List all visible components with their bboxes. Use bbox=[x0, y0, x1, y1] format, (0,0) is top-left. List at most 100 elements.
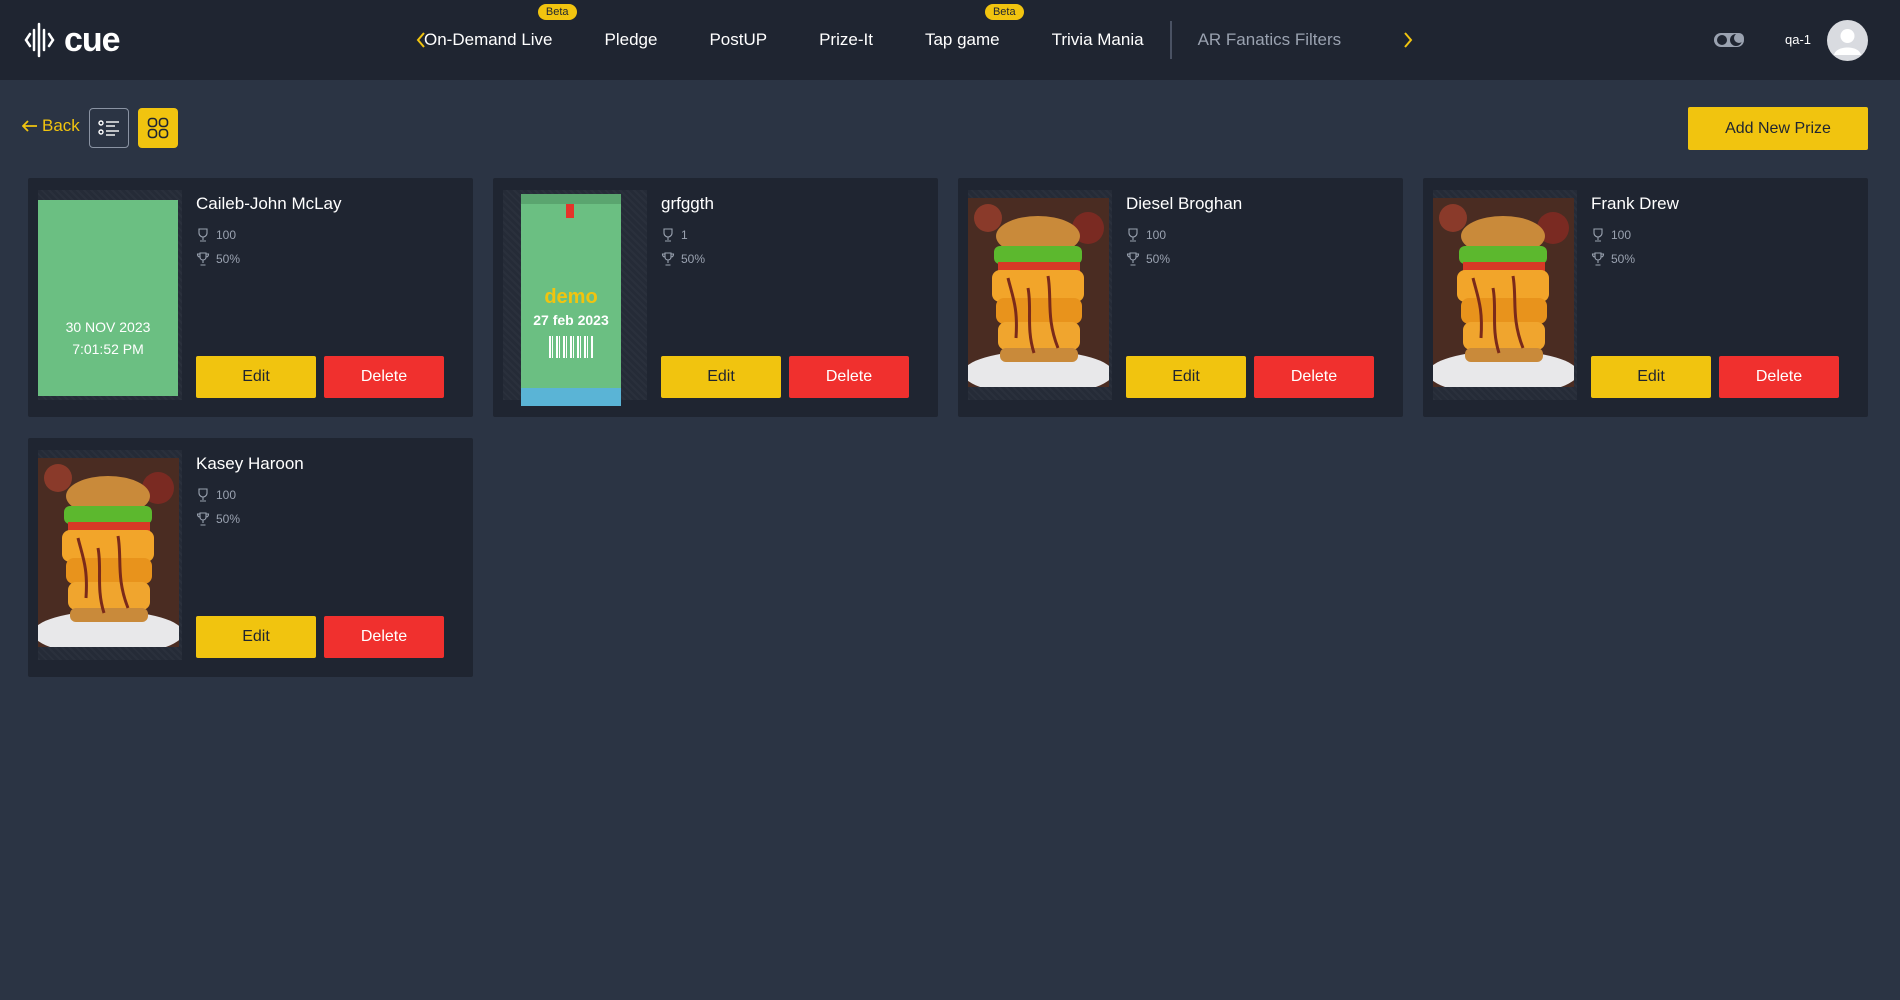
grid-view-button[interactable] bbox=[138, 108, 178, 148]
trophy-icon bbox=[1126, 252, 1140, 266]
tab-label: PostUP bbox=[709, 30, 768, 49]
delete-button[interactable]: Delete bbox=[324, 356, 444, 398]
ticket-date: 27 feb 2023 bbox=[533, 312, 609, 328]
percent-value: 50% bbox=[216, 252, 241, 266]
prize-image-green: 30 NOV 2023 7:01:52 PM bbox=[38, 200, 178, 396]
beta-badge: Beta bbox=[537, 4, 577, 20]
edit-button[interactable]: Edit bbox=[1591, 356, 1711, 398]
tab-trivia-mania[interactable]: Trivia Mania bbox=[1052, 30, 1144, 50]
tab-on-demand-live[interactable]: On-Demand Live Beta bbox=[424, 4, 577, 50]
edit-button[interactable]: Edit bbox=[196, 616, 316, 658]
percent-value: 50% bbox=[1611, 252, 1636, 266]
percent-value: 50% bbox=[216, 512, 241, 526]
user-avatar[interactable] bbox=[1827, 20, 1868, 61]
trophy-icon bbox=[1591, 252, 1605, 266]
tab-label: On-Demand Live bbox=[424, 30, 553, 49]
trophy-icon bbox=[661, 252, 675, 266]
prize-percent: 50% bbox=[1591, 252, 1635, 266]
quantity-value: 100 bbox=[1611, 228, 1632, 242]
logo-text: cue bbox=[64, 20, 121, 59]
nav-divider bbox=[1169, 21, 1172, 59]
tab-label: Pledge bbox=[604, 30, 658, 49]
ticket-footer bbox=[521, 388, 621, 406]
burger-image bbox=[1433, 198, 1574, 387]
percent-value: 50% bbox=[681, 252, 706, 266]
sound-wave-icon bbox=[24, 22, 55, 58]
username[interactable]: qa-1 bbox=[1785, 32, 1811, 47]
user-icon bbox=[1834, 29, 1861, 55]
edit-button[interactable]: Edit bbox=[196, 356, 316, 398]
delete-button[interactable]: Delete bbox=[1254, 356, 1374, 398]
trophy-icon bbox=[196, 252, 210, 266]
prize-card: Diesel Broghan 100 50% Edit Delete bbox=[958, 178, 1403, 417]
tab-pledge[interactable]: Pledge bbox=[605, 30, 658, 50]
ticket-flag bbox=[566, 204, 574, 218]
trophy-stack-icon bbox=[198, 488, 208, 502]
ticket-demo-text: demo bbox=[544, 286, 598, 308]
prize-percent: 50% bbox=[661, 252, 705, 266]
edit-button[interactable]: Edit bbox=[1126, 356, 1246, 398]
quantity-value: 1 bbox=[681, 228, 688, 242]
tab-prize-it[interactable]: Prize-It bbox=[819, 30, 873, 50]
theme-toggle-icon bbox=[1714, 33, 1744, 47]
prize-title: grfggth bbox=[661, 194, 714, 213]
burger-image bbox=[38, 458, 179, 647]
theme-toggle[interactable] bbox=[1713, 30, 1745, 50]
prize-percent: 50% bbox=[196, 252, 240, 266]
trophy-stack-icon bbox=[198, 228, 208, 242]
grid-icon bbox=[147, 117, 169, 139]
tab-ar-fanatics-filters[interactable]: AR Fanatics Filters bbox=[1198, 30, 1342, 50]
prize-quantity: 100 bbox=[196, 488, 236, 502]
tab-label: Tap game bbox=[924, 30, 1000, 49]
tab-label: Prize-It bbox=[819, 30, 873, 49]
back-label: Back bbox=[42, 116, 80, 135]
cue-logo[interactable]: cue bbox=[24, 20, 121, 60]
barcode bbox=[549, 336, 593, 358]
burger-photo bbox=[38, 458, 179, 647]
beta-badge: Beta bbox=[984, 4, 1024, 20]
delete-button[interactable]: Delete bbox=[324, 616, 444, 658]
nav-next-arrow[interactable] bbox=[1399, 28, 1417, 52]
delete-button[interactable]: Delete bbox=[1719, 356, 1839, 398]
tab-postup[interactable]: PostUP bbox=[709, 30, 767, 50]
trophy-stack-icon bbox=[663, 228, 673, 242]
quantity-value: 100 bbox=[216, 228, 237, 242]
tab-tap-game[interactable]: Tap game Beta bbox=[924, 4, 1024, 50]
prize-quantity: 1 bbox=[661, 228, 688, 242]
add-new-prize-button[interactable]: Add New Prize bbox=[1688, 107, 1868, 150]
tab-label: AR Fanatics Filters bbox=[1197, 30, 1342, 49]
prize-quantity: 100 bbox=[196, 228, 236, 242]
prize-title: Kasey Haroon bbox=[196, 454, 304, 473]
arrow-left-icon bbox=[22, 120, 37, 132]
burger-image bbox=[968, 198, 1109, 387]
prize-card: demo 27 feb 2023 grfggth 1 50% Edit Dele… bbox=[493, 178, 938, 417]
prize-image bbox=[968, 190, 1112, 400]
prize-quantity: 100 bbox=[1591, 228, 1631, 242]
prize-card: 30 NOV 2023 7:01:52 PM Caileb-John McLay… bbox=[28, 178, 473, 417]
prize-quantity: 100 bbox=[1126, 228, 1166, 242]
prize-percent: 50% bbox=[196, 512, 240, 526]
prize-image: demo 27 feb 2023 bbox=[503, 190, 647, 406]
prize-image-date: 30 NOV 2023 bbox=[65, 319, 151, 335]
prize-image-time: 7:01:52 PM bbox=[72, 341, 144, 357]
top-navigation-bar: cue On-Demand Live Beta Pledge PostUP Pr… bbox=[0, 0, 1900, 80]
prize-title: Diesel Broghan bbox=[1126, 194, 1243, 213]
prize-card: Kasey Haroon 100 50% Edit Delete bbox=[28, 438, 473, 677]
prize-title: Caileb-John McLay bbox=[196, 194, 342, 213]
edit-button[interactable]: Edit bbox=[661, 356, 781, 398]
trophy-stack-icon bbox=[1128, 228, 1138, 242]
ticket-header bbox=[521, 194, 621, 204]
delete-button[interactable]: Delete bbox=[789, 356, 909, 398]
module-tabs: On-Demand Live Beta Pledge PostUP Prize-… bbox=[424, 0, 1393, 80]
burger-photo bbox=[1433, 198, 1574, 387]
prize-image bbox=[38, 450, 182, 660]
chevron-right-icon bbox=[1404, 32, 1413, 48]
back-link[interactable]: Back bbox=[22, 116, 80, 136]
burger-photo bbox=[968, 198, 1109, 387]
quantity-value: 100 bbox=[216, 488, 237, 502]
prize-card: Frank Drew 100 50% Edit Delete bbox=[1423, 178, 1868, 417]
prize-image bbox=[1433, 190, 1577, 400]
quantity-value: 100 bbox=[1146, 228, 1167, 242]
list-view-button[interactable] bbox=[89, 108, 129, 148]
percent-value: 50% bbox=[1146, 252, 1171, 266]
